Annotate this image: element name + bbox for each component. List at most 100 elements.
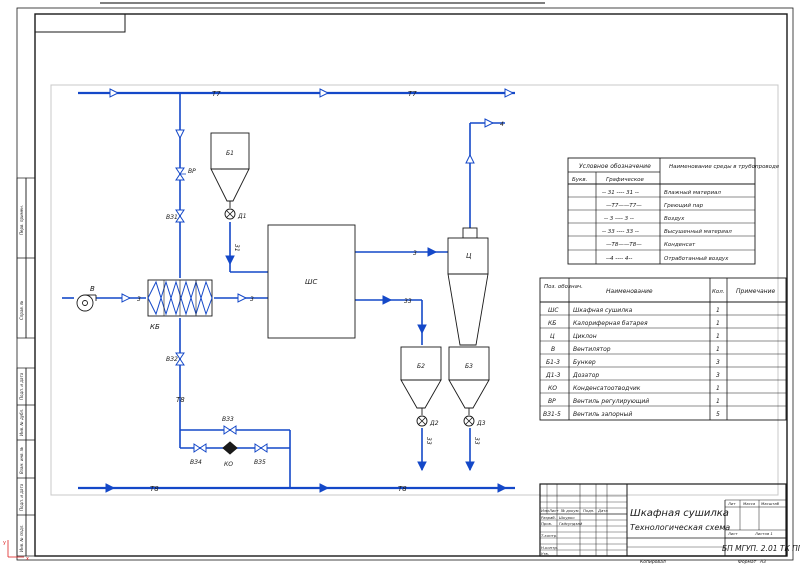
fan-label: В: [90, 285, 95, 293]
spec-row-5-name: Дозатор: [572, 372, 599, 379]
legend-row-2-graphic: -- 3 ---- 3 --: [604, 216, 634, 222]
spec-row-1-pos: КБ: [548, 320, 556, 327]
spec-row-7-name: Вентиль регулирующий: [573, 398, 649, 405]
spec-row-6-name: Конденсатоотводчик: [573, 385, 641, 392]
side-label-repl-inv: Взам. инв. №: [19, 447, 24, 474]
air-label-1: 3: [137, 296, 141, 303]
dryer-label: ШС: [305, 278, 317, 286]
spec-row-3-name: Вентилятор: [573, 346, 611, 353]
steam-label-2: Т7: [408, 90, 417, 98]
bunker-1-label: Б1: [226, 150, 234, 157]
heater-label: КБ: [150, 323, 160, 331]
legend-header-left: Условное обозначение: [579, 163, 651, 170]
format-label: Формат: [738, 559, 757, 565]
spec-row-1-qty: 1: [716, 320, 720, 327]
corner-mark: [35, 14, 126, 33]
dried-label-2: 33: [425, 437, 432, 445]
fan-equipment: [76, 294, 97, 312]
spec-row-8-name: Вентиль запорный: [573, 411, 632, 418]
spec-header-qty: Кол.: [712, 289, 725, 295]
legend-table: [567, 157, 756, 265]
legend-row-1-graphic: —Т7——Т7—: [606, 203, 642, 209]
spec-row-4-pos: Б1-3: [546, 359, 560, 366]
rev-row-2-role: Т.контр.: [541, 533, 557, 538]
legend-col-graphic: Графическое: [606, 177, 645, 183]
valve-vz4: [193, 443, 207, 453]
steam-branch-pipe: [175, 93, 185, 278]
spec-row-8-qty: 5: [716, 411, 720, 418]
trap-label: КО: [224, 461, 233, 468]
origin-axis-marker: y x: [3, 540, 29, 562]
rev-row-4-role: Утв.: [541, 551, 549, 556]
doser-2: [416, 408, 428, 427]
doser-2-label: Д2: [429, 420, 439, 427]
condensate-label-vert: Т8: [176, 396, 185, 404]
stamp-sheet: Лист: [727, 531, 738, 536]
rev-row-3-role: Н.контр.: [541, 545, 558, 550]
legend-row-0-name: Влажный материал: [664, 190, 721, 196]
legend-row-3-graphic: -- 33 ---- 33 --: [602, 229, 639, 235]
rev-header-izm: Изм: [541, 508, 549, 513]
legend-row-4-graphic: —Т8——Т8—: [606, 242, 642, 248]
spec-row-2-name: Циклон: [573, 333, 597, 340]
spec-row-4-qty: 3: [716, 359, 720, 366]
steam-main-pipe: [78, 88, 515, 98]
bunker-3: [448, 346, 490, 409]
side-label-orig-inv: Инв. № подл.: [19, 524, 24, 552]
spec-row-0-qty: 1: [716, 307, 720, 314]
rev-row-1-person: Гайсундзай: [559, 521, 583, 526]
spec-row-1-name: Калориферная батарея: [573, 320, 648, 327]
valve-vz3-label: ВЗ3: [222, 416, 234, 423]
bunker-3-label: Б3: [465, 363, 473, 370]
spec-row-6-qty: 1: [716, 385, 720, 392]
condensate-main-pipe: [78, 483, 515, 493]
stamp-sheets: Листов 1: [754, 531, 773, 536]
spec-row-7-qty: 1: [716, 398, 720, 405]
legend-header-right: Наименование среды в трубопроводе: [669, 164, 780, 170]
side-label-first-use: Перв. примен.: [19, 205, 24, 235]
svg-text:y: y: [3, 540, 6, 546]
spec-row-3-pos: В: [551, 346, 555, 353]
legend-row-1-name: Греющий пар: [664, 203, 704, 209]
rev-header-list: Лист: [548, 508, 559, 513]
document-code: БП МГУП. 2.01 ТК ПП-04 1: [722, 544, 800, 553]
valve-vz4-label: ВЗ4: [190, 459, 202, 466]
rev-header-sign: Подп.: [583, 508, 595, 513]
spec-row-7-pos: ВР: [548, 398, 556, 405]
valve-vr-label: ВР: [188, 168, 196, 175]
condensate-label-1: Т8: [150, 485, 159, 493]
sheet-outer-frame: [16, 7, 794, 561]
legend-row-4-name: Конденсат: [664, 242, 696, 248]
legend-row-5-name: Отработанный воздух: [664, 256, 729, 262]
wet-label: 31: [233, 244, 240, 252]
exhaust-pipe: [465, 118, 505, 228]
legend-col-letter: Букв.: [572, 177, 588, 183]
title-sub: Технологическая схема: [630, 523, 730, 532]
copied-label: Копировал: [640, 559, 666, 565]
dried-label-1: 33: [404, 298, 412, 305]
doser-1: [224, 201, 236, 220]
valve-vz1-label: ВЗ1: [166, 214, 178, 221]
condensate-label-2: Т8: [398, 485, 407, 493]
spec-row-8-pos: ВЗ1-5: [543, 411, 561, 418]
legend-row-2-name: Воздух: [664, 216, 685, 222]
steam-label-1: Т7: [212, 90, 221, 98]
bunker-1: [210, 132, 250, 202]
rev-header-date: Дата: [597, 508, 609, 513]
spec-header-name: Наименование: [606, 288, 653, 295]
spec-row-2-pos: Ц: [550, 333, 555, 340]
dried-material-pipe: [355, 295, 427, 345]
doser-3-label: Д3: [476, 420, 486, 427]
side-label-dup-inv: Инв. № дубл.: [19, 409, 24, 436]
rev-header-doc: № докум.: [560, 508, 580, 513]
rev-row-1-role: Пров.: [541, 521, 552, 526]
spec-row-3-qty: 1: [716, 346, 720, 353]
valve-vz5: [254, 443, 268, 453]
bunker-2: [400, 346, 442, 409]
side-label-sign-date-2: Подп. и дата: [19, 483, 24, 511]
wet-material-pipe: [225, 222, 268, 273]
svg-text:x: x: [26, 556, 29, 562]
side-label-sign-date-1: Подп. и дата: [19, 372, 24, 400]
spec-row-0-pos: ШС: [548, 307, 559, 314]
stamp-header-mass: Масса: [743, 501, 756, 506]
